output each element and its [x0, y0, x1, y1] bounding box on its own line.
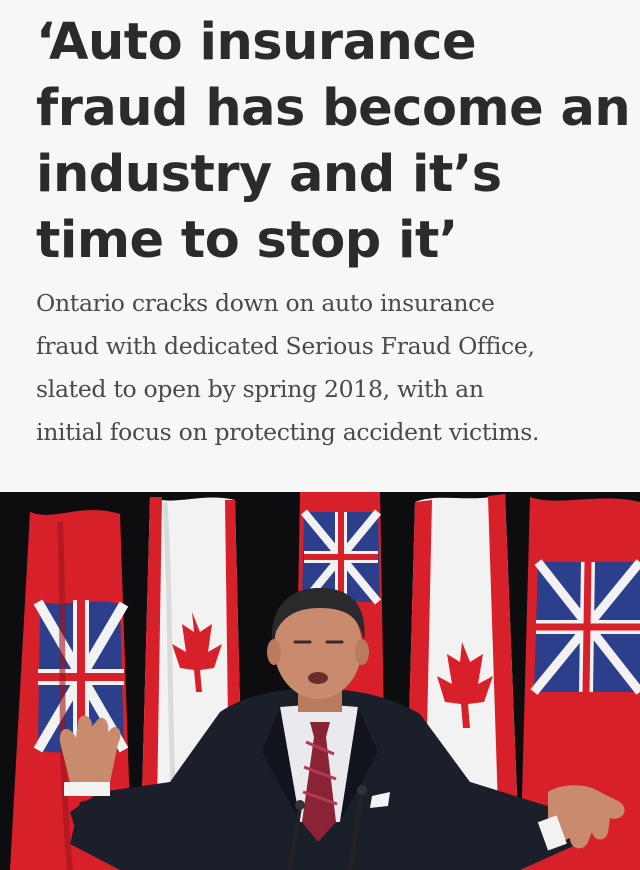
headline-line: fraud has become an [36, 79, 631, 138]
summary-line: slated to open by spring 2018, with an [36, 375, 484, 403]
headline: ‘Auto insurance fraud has become an indu… [36, 10, 631, 274]
article: ‘Auto insurance fraud has become an indu… [0, 0, 640, 870]
summary-line: fraud with dedicated Serious Fraud Offic… [36, 332, 535, 360]
summary-line: Ontario cracks down on auto insurance [36, 289, 495, 317]
speaker-photo-illustration [0, 492, 640, 870]
article-photo [0, 492, 640, 870]
headline-line: ‘Auto insurance [36, 13, 477, 72]
article-summary: Ontario cracks down on auto insurance fr… [36, 282, 626, 454]
headline-line: industry and it’s [36, 145, 502, 204]
summary-line: initial focus on protecting accident vic… [36, 418, 540, 446]
headline-line: time to stop it’ [36, 211, 458, 270]
